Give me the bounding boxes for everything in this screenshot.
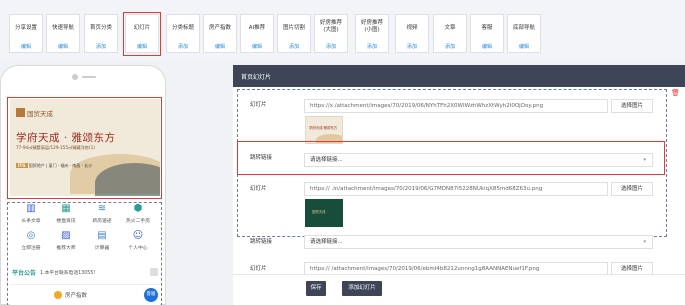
panel-header: 首页幻灯片 [233, 65, 685, 87]
toolbar-item-title: 房产指数 [208, 25, 231, 31]
slide-image-thumbnail: 学府天成·雅颂东方 [305, 116, 343, 144]
toolbar-item-action[interactable]: 编辑 [508, 43, 540, 50]
toolbar-item-title: 分类标题 [171, 25, 194, 31]
toolbar-item-title: 图片切割 [282, 25, 305, 31]
camera-icon [72, 74, 78, 80]
toolbar-item-action[interactable]: 编辑 [471, 43, 503, 50]
add-slide-button[interactable]: 添加幻灯片 [342, 281, 382, 296]
toolbar-customer-service[interactable]: 客服 编辑 [470, 14, 504, 53]
delete-icon[interactable]: 🗑 [671, 90, 680, 97]
chevron-down-icon: ▾ [643, 239, 646, 245]
toolbar-item-action[interactable]: 添加 [356, 43, 388, 50]
select-image-button[interactable]: 选择图片 [611, 182, 653, 196]
slide-image-path-input[interactable]: https:// .in/attachment/images/70/2019/0… [304, 182, 608, 196]
toolbar-item-action[interactable]: 添加 [167, 43, 199, 50]
slide-link-select[interactable]: 请选择链接... ▾ [304, 235, 653, 249]
toolbar-item-action[interactable]: 编辑 [204, 43, 236, 50]
toolbar-item-action[interactable]: 添加 [315, 43, 347, 50]
toolbar-article[interactable]: 文章 添加 [433, 14, 467, 53]
toolbar-good-house-small[interactable]: 好房推荐 (小图) 添加 [355, 14, 389, 53]
toolbar-item-title: 首页分类 [89, 25, 112, 31]
toolbar-item-action[interactable]: 编辑 [241, 43, 273, 50]
phone-preview: 国贸天成 学府天成 · 雅颂东方 77-94㎡臻墅高层/129-155㎡臻藏洋房… [0, 65, 166, 305]
toolbar-home-category[interactable]: 首页分类 添加 [84, 14, 118, 53]
toolbar-item-title: 客服 [481, 25, 493, 31]
slideshow-editor-panel: 首页幻灯片 🗑 幻灯片 https://x /attachment/images… [233, 65, 685, 305]
selection-highlight [237, 141, 665, 175]
toolbar-item-title: 快速导航 [51, 25, 74, 31]
slide-image-label: 幻灯片 [250, 266, 267, 272]
toolbar-item-title: 视频 [406, 25, 418, 31]
toolbar-item-subtitle: (小图) [364, 27, 380, 33]
selection-highlight [123, 12, 161, 56]
panel-footer: 保存 添加幻灯片 [233, 274, 685, 305]
toolbar-quick-nav[interactable]: 快速导航 编辑 [46, 14, 80, 53]
select-image-button[interactable]: 选择图片 [611, 99, 653, 113]
toolbar-item-action[interactable]: 编辑 [47, 43, 79, 50]
toolbar-item-title: 好房推荐 [360, 20, 383, 26]
toolbar-bottom-nav[interactable]: 底部导航 编辑 [507, 14, 541, 53]
toolbar-item-title: AI推荐 [248, 25, 266, 31]
slide-image-thumbnail: 国贸天成 [305, 199, 343, 227]
toolbar-good-house-large[interactable]: 好房推荐 (大图) 添加 [314, 14, 348, 53]
toolbar-item-action[interactable]: 添加 [278, 43, 310, 50]
slide-link-placeholder: 请选择链接... [310, 239, 343, 245]
hover-outline [7, 202, 162, 305]
toolbar-item-action[interactable]: 添加 [85, 43, 117, 50]
thumbnail-text: 国贸天成 [312, 210, 326, 214]
toolbar-item-action[interactable]: 添加 [396, 43, 428, 50]
speaker-icon [82, 76, 96, 78]
toolbar-item-title: 底部导航 [512, 25, 535, 31]
toolbar-item-title: 文章 [444, 25, 456, 31]
toolbar-ai-recommend[interactable]: AI推荐 编辑 [240, 14, 274, 53]
save-button[interactable]: 保存 [306, 281, 326, 296]
toolbar-item-subtitle: (大图) [323, 27, 339, 33]
panel-title: 首页幻灯片 [241, 74, 272, 81]
toolbar-item-action[interactable]: 编辑 [10, 43, 42, 50]
toolbar-item-title: 好房推荐 [319, 20, 342, 26]
slide-link-label: 跳转链接 [250, 239, 273, 245]
toolbar-image-cut[interactable]: 图片切割 添加 [277, 14, 311, 53]
thumbnail-text: 学府天成·雅颂东方 [309, 126, 338, 130]
selection-highlight [7, 97, 162, 199]
app-root: { "toolbar": { "items": [ {"line1": "分享设… [0, 0, 685, 305]
slide-image-label: 幻灯片 [250, 102, 267, 108]
toolbar-category-title[interactable]: 分类标题 添加 [166, 14, 200, 53]
toolbar-video[interactable]: 视频 添加 [395, 14, 429, 53]
toolbar-item-title: 分享设置 [14, 25, 37, 31]
toolbar-property-index[interactable]: 房产指数 编辑 [203, 14, 237, 53]
slide-image-label: 幻灯片 [250, 186, 267, 192]
component-toolbar: 分享设置 编辑 快速导航 编辑 首页分类 添加 幻灯片 编辑 分类标题 添加 房… [0, 0, 685, 62]
slide-image-path-input[interactable]: https://x /attachment/images/70/2019/06/… [304, 99, 608, 113]
toolbar-share-settings[interactable]: 分享设置 编辑 [9, 14, 43, 53]
toolbar-item-action[interactable]: 添加 [434, 43, 466, 50]
